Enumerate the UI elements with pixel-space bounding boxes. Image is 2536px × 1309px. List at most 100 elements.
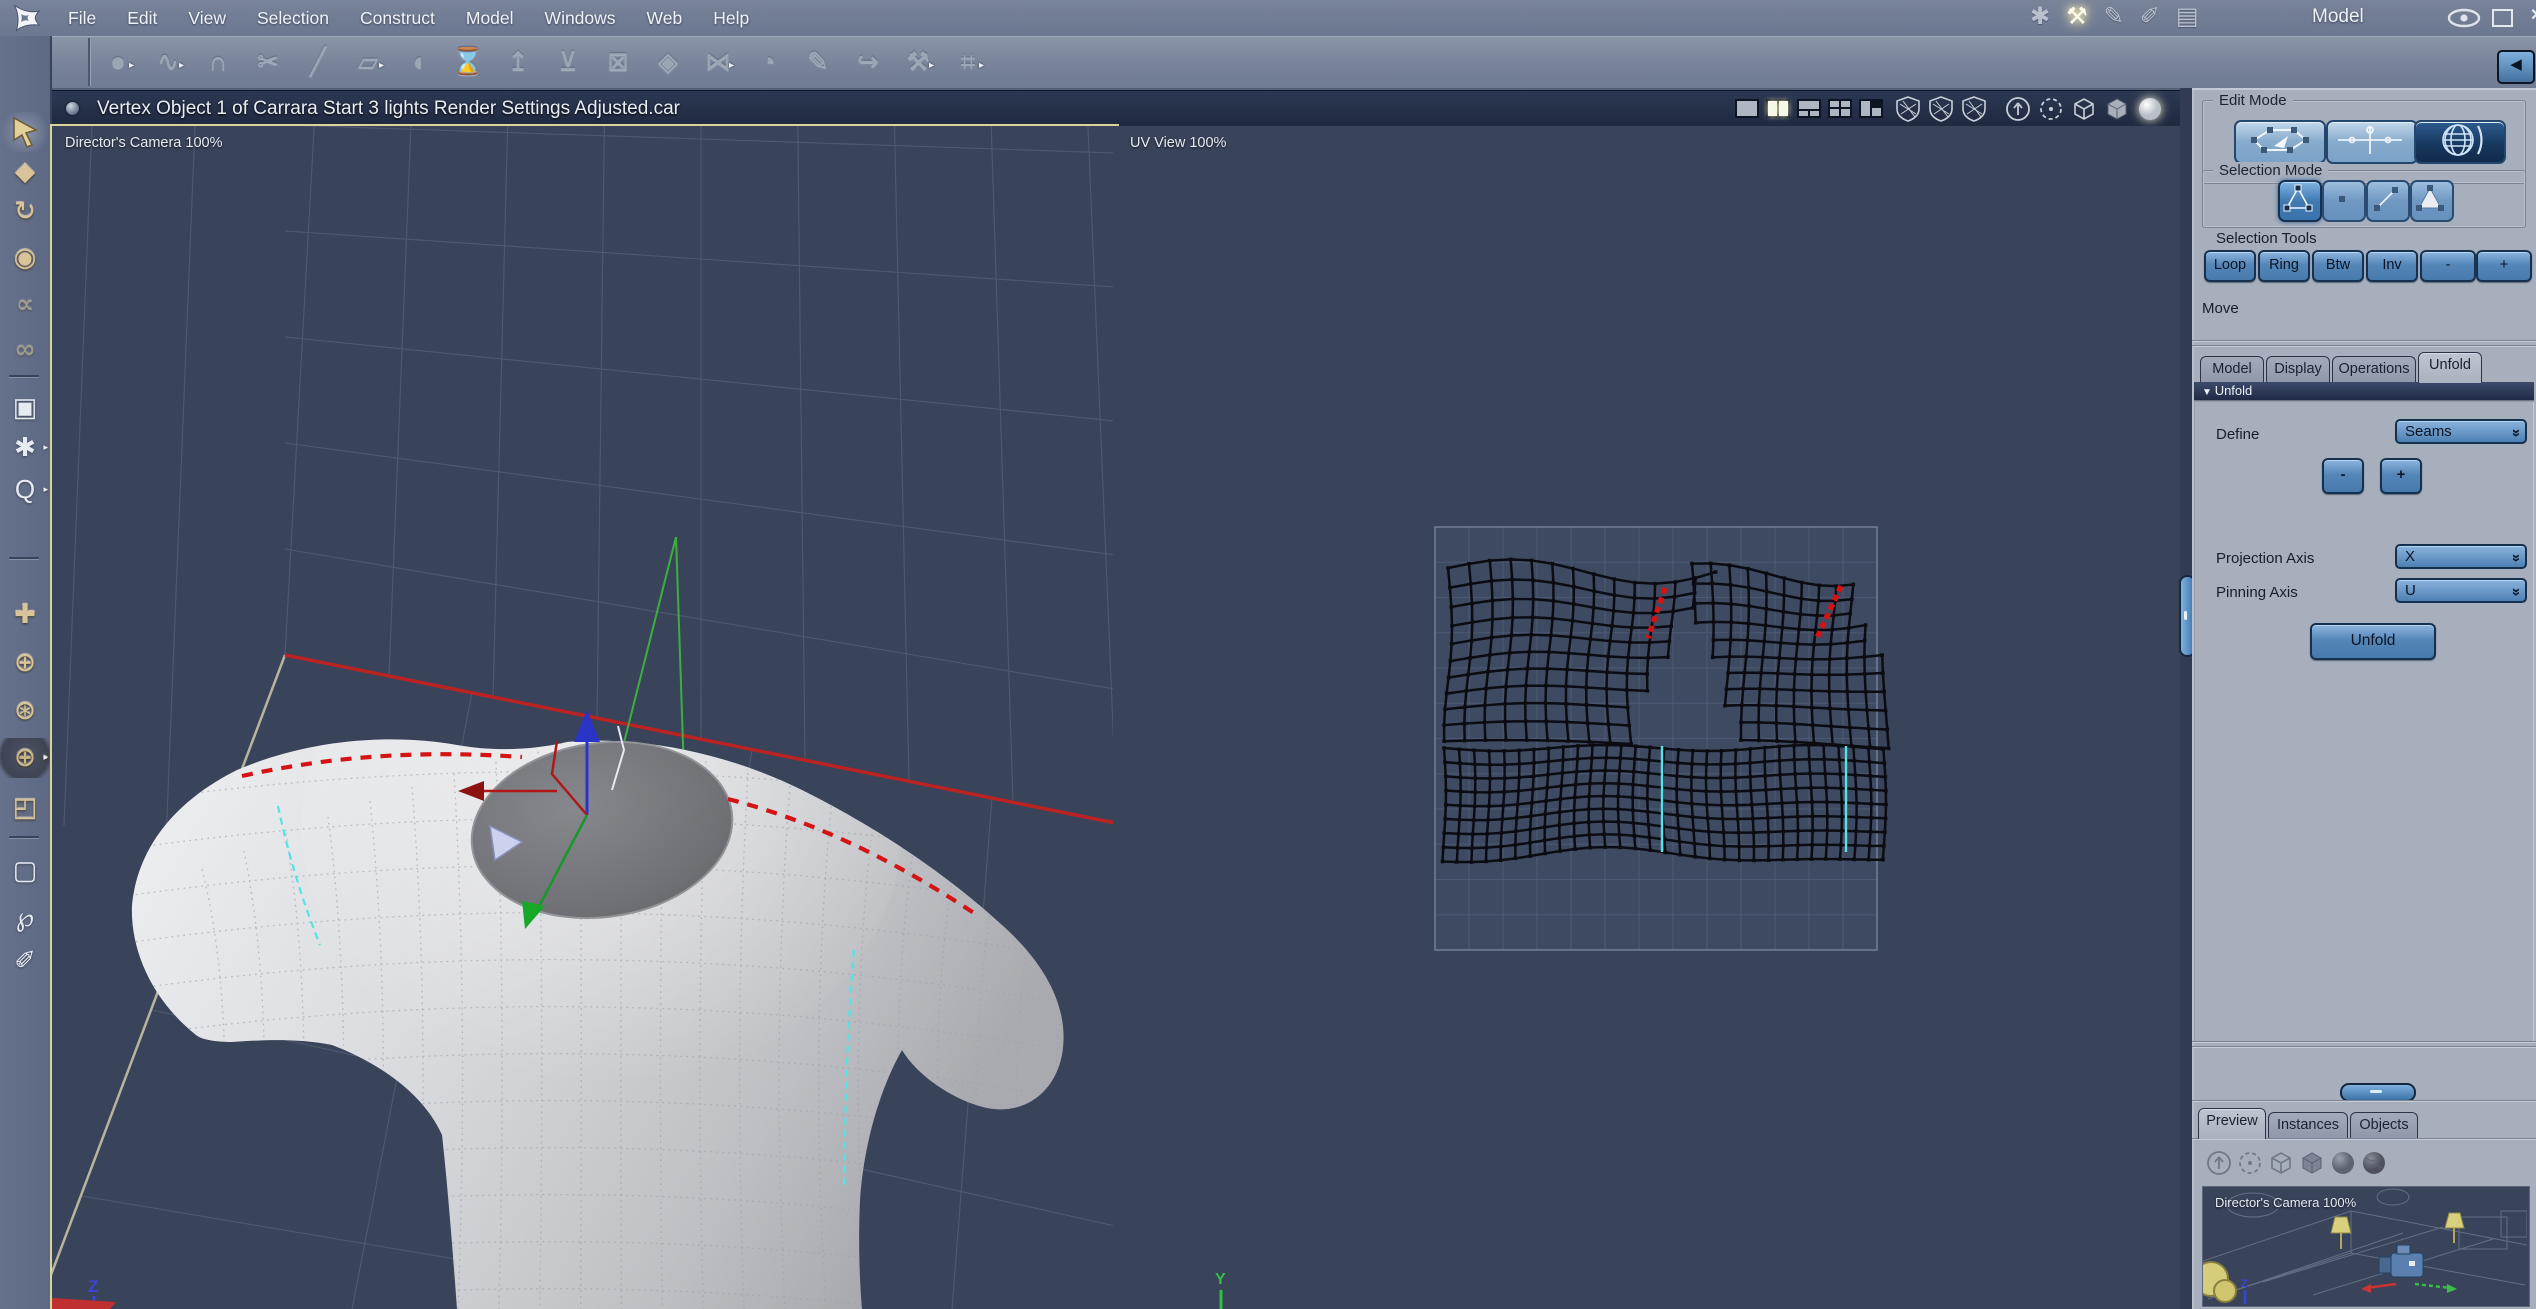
- invert-select-button[interactable]: Inv: [2366, 250, 2418, 282]
- move-3d-tool[interactable]: ◆: [0, 152, 50, 192]
- preview-viewport[interactable]: Z Director's Camera 100%: [2202, 1186, 2530, 1307]
- solid-cube-display-button[interactable]: [2104, 96, 2130, 122]
- tab-unfold[interactable]: Unfold: [2418, 352, 2482, 383]
- add-seam-button[interactable]: +: [2380, 458, 2422, 494]
- menu-selection[interactable]: Selection: [257, 8, 329, 29]
- smooth-sphere-display-button[interactable]: [2330, 1150, 2356, 1176]
- menu-windows[interactable]: Windows: [545, 8, 616, 29]
- two-pane-vertical-button[interactable]: [1766, 99, 1790, 118]
- pencil-model-room-icon[interactable]: ✎: [2104, 2, 2124, 31]
- textured-sphere-display-button[interactable]: [2361, 1150, 2387, 1176]
- zoom-tool[interactable]: Q▸: [0, 470, 50, 510]
- delete-face-tool[interactable]: ⊠: [598, 41, 638, 83]
- l-shape-pane-button[interactable]: [1859, 99, 1883, 118]
- maximize-window-icon[interactable]: [2492, 9, 2513, 27]
- menu-file[interactable]: File: [68, 8, 96, 29]
- ring-select-button[interactable]: Ring: [2258, 250, 2310, 282]
- define-dropdown[interactable]: Seams»: [2395, 419, 2527, 444]
- vase-tool[interactable]: ⊻: [548, 41, 588, 83]
- sphere-tool[interactable]: ●▸: [98, 41, 138, 83]
- orbit-arrow-display-button[interactable]: [2206, 1150, 2232, 1176]
- dome-tool[interactable]: ◖: [398, 41, 438, 83]
- one-plus-two-pane-button[interactable]: [1797, 99, 1821, 118]
- spline-tool[interactable]: ∿▸: [148, 41, 188, 83]
- lathe-tool[interactable]: ⌛: [448, 41, 488, 83]
- menu-model[interactable]: Model: [466, 8, 514, 29]
- tab-instances[interactable]: Instances: [2268, 1112, 2348, 1139]
- lasso-select-tool[interactable]: ℘: [0, 898, 50, 938]
- pen-tool[interactable]: ✎: [798, 41, 838, 83]
- point-select-mode-button[interactable]: [2322, 180, 2366, 222]
- translate-xyz-tool[interactable]: ✚: [0, 595, 50, 635]
- dashed-circle-display-button[interactable]: [2038, 96, 2064, 122]
- sweep-tool[interactable]: ↪: [848, 41, 888, 83]
- menu-view[interactable]: View: [188, 8, 226, 29]
- pan-tool[interactable]: ✱▸: [0, 428, 50, 468]
- select-arrow-tool[interactable]: [0, 112, 50, 152]
- solid-cube-display-button[interactable]: [2299, 1150, 2325, 1176]
- film-render-room-icon[interactable]: ▤: [2176, 2, 2199, 31]
- close-window-icon[interactable]: ✕: [2530, 5, 2536, 25]
- vertex-select-mode-button[interactable]: [2278, 180, 2322, 222]
- skeleton-edit-mode-button[interactable]: [2326, 120, 2418, 164]
- cube-tool[interactable]: ◈: [648, 41, 688, 83]
- projection-axis-dropdown[interactable]: X»: [2395, 544, 2527, 569]
- marquee-select-tool[interactable]: ▢: [0, 851, 50, 891]
- unfold-button[interactable]: Unfold: [2310, 623, 2436, 660]
- wire-cube-display-button[interactable]: [2268, 1150, 2294, 1176]
- director-camera-viewport[interactable]: Director's Camera 100%: [50, 124, 1119, 1309]
- bone-tool[interactable]: ⌗▸: [948, 41, 988, 83]
- menu-construct[interactable]: Construct: [360, 8, 435, 29]
- tab-display[interactable]: Display: [2266, 356, 2330, 383]
- wrap-tool[interactable]: ⋈▸: [698, 41, 738, 83]
- sphere-move-tool[interactable]: ⊕▸: [0, 738, 50, 778]
- face-select-mode-button[interactable]: [2410, 180, 2454, 222]
- metaball-tool[interactable]: ◔: [748, 41, 788, 83]
- working-box-tool[interactable]: ◰: [0, 788, 50, 828]
- paint-select-tool[interactable]: ✐: [0, 941, 50, 981]
- rotate-tool[interactable]: ↻: [0, 192, 50, 232]
- orbit-arrow-display-button[interactable]: [2005, 96, 2031, 122]
- tab-objects[interactable]: Objects: [2350, 1112, 2418, 1139]
- smooth-sphere-display-button[interactable]: [2137, 96, 2163, 122]
- menu-edit[interactable]: Edit: [127, 8, 157, 29]
- panel-collapse-button[interactable]: ◀: [2497, 50, 2535, 84]
- wrench-assemble-room-icon[interactable]: ⚒: [2066, 2, 2088, 31]
- remove-seam-button[interactable]: -: [2322, 458, 2364, 494]
- uv-view-viewport[interactable]: UV View 100% Y: [1117, 126, 2180, 1309]
- rotate-ring-tool[interactable]: ⊛: [0, 691, 50, 731]
- medium-quality-shield-button[interactable]: [1928, 96, 1954, 122]
- eye-visibility-icon[interactable]: [2446, 8, 2482, 28]
- wire-cube-display-button[interactable]: [2071, 96, 2097, 122]
- four-pane-button[interactable]: [1828, 99, 1852, 118]
- menu-web[interactable]: Web: [647, 8, 683, 29]
- keyframe-tool[interactable]: ∝: [0, 285, 50, 325]
- menu-help[interactable]: Help: [713, 8, 749, 29]
- extrude-tool[interactable]: ↥: [498, 41, 538, 83]
- tab-model[interactable]: Model: [2200, 356, 2264, 383]
- document-bullet-icon[interactable]: [66, 102, 79, 115]
- wireframe-quality-shield-button[interactable]: [1895, 96, 1921, 122]
- unfold-section-header[interactable]: ▼ Unfold: [2194, 382, 2534, 400]
- brush-texture-room-icon[interactable]: ✐: [2140, 2, 2160, 31]
- link-tool[interactable]: ∞: [0, 330, 50, 370]
- camera-tool[interactable]: ▣: [0, 388, 50, 428]
- hand-room-icon[interactable]: ✱: [2030, 2, 2050, 31]
- shrink-select-button[interactable]: -: [2420, 250, 2476, 282]
- tab-preview[interactable]: Preview: [2198, 1108, 2266, 1139]
- grow-select-button[interactable]: +: [2476, 250, 2532, 282]
- scale-tool[interactable]: ◉: [0, 238, 50, 278]
- cage-deform-tool[interactable]: ▱▸: [348, 41, 388, 83]
- uv-edit-mode-button[interactable]: [2414, 120, 2506, 164]
- magnet-tool[interactable]: ∩: [198, 41, 238, 83]
- dashed-circle-display-button[interactable]: [2237, 1150, 2263, 1176]
- axe-tool[interactable]: ⚒▸: [898, 41, 938, 83]
- polygon-edit-mode-button[interactable]: [2234, 120, 2326, 164]
- between-select-button[interactable]: Btw: [2312, 250, 2364, 282]
- single-pane-button[interactable]: [1735, 99, 1759, 118]
- tab-operations[interactable]: Operations: [2332, 356, 2416, 383]
- scissors-tool[interactable]: ✂: [248, 41, 288, 83]
- edge-select-mode-button[interactable]: [2366, 180, 2410, 222]
- pinning-axis-dropdown[interactable]: U»: [2395, 578, 2527, 603]
- knife-tool[interactable]: ╱: [298, 41, 338, 83]
